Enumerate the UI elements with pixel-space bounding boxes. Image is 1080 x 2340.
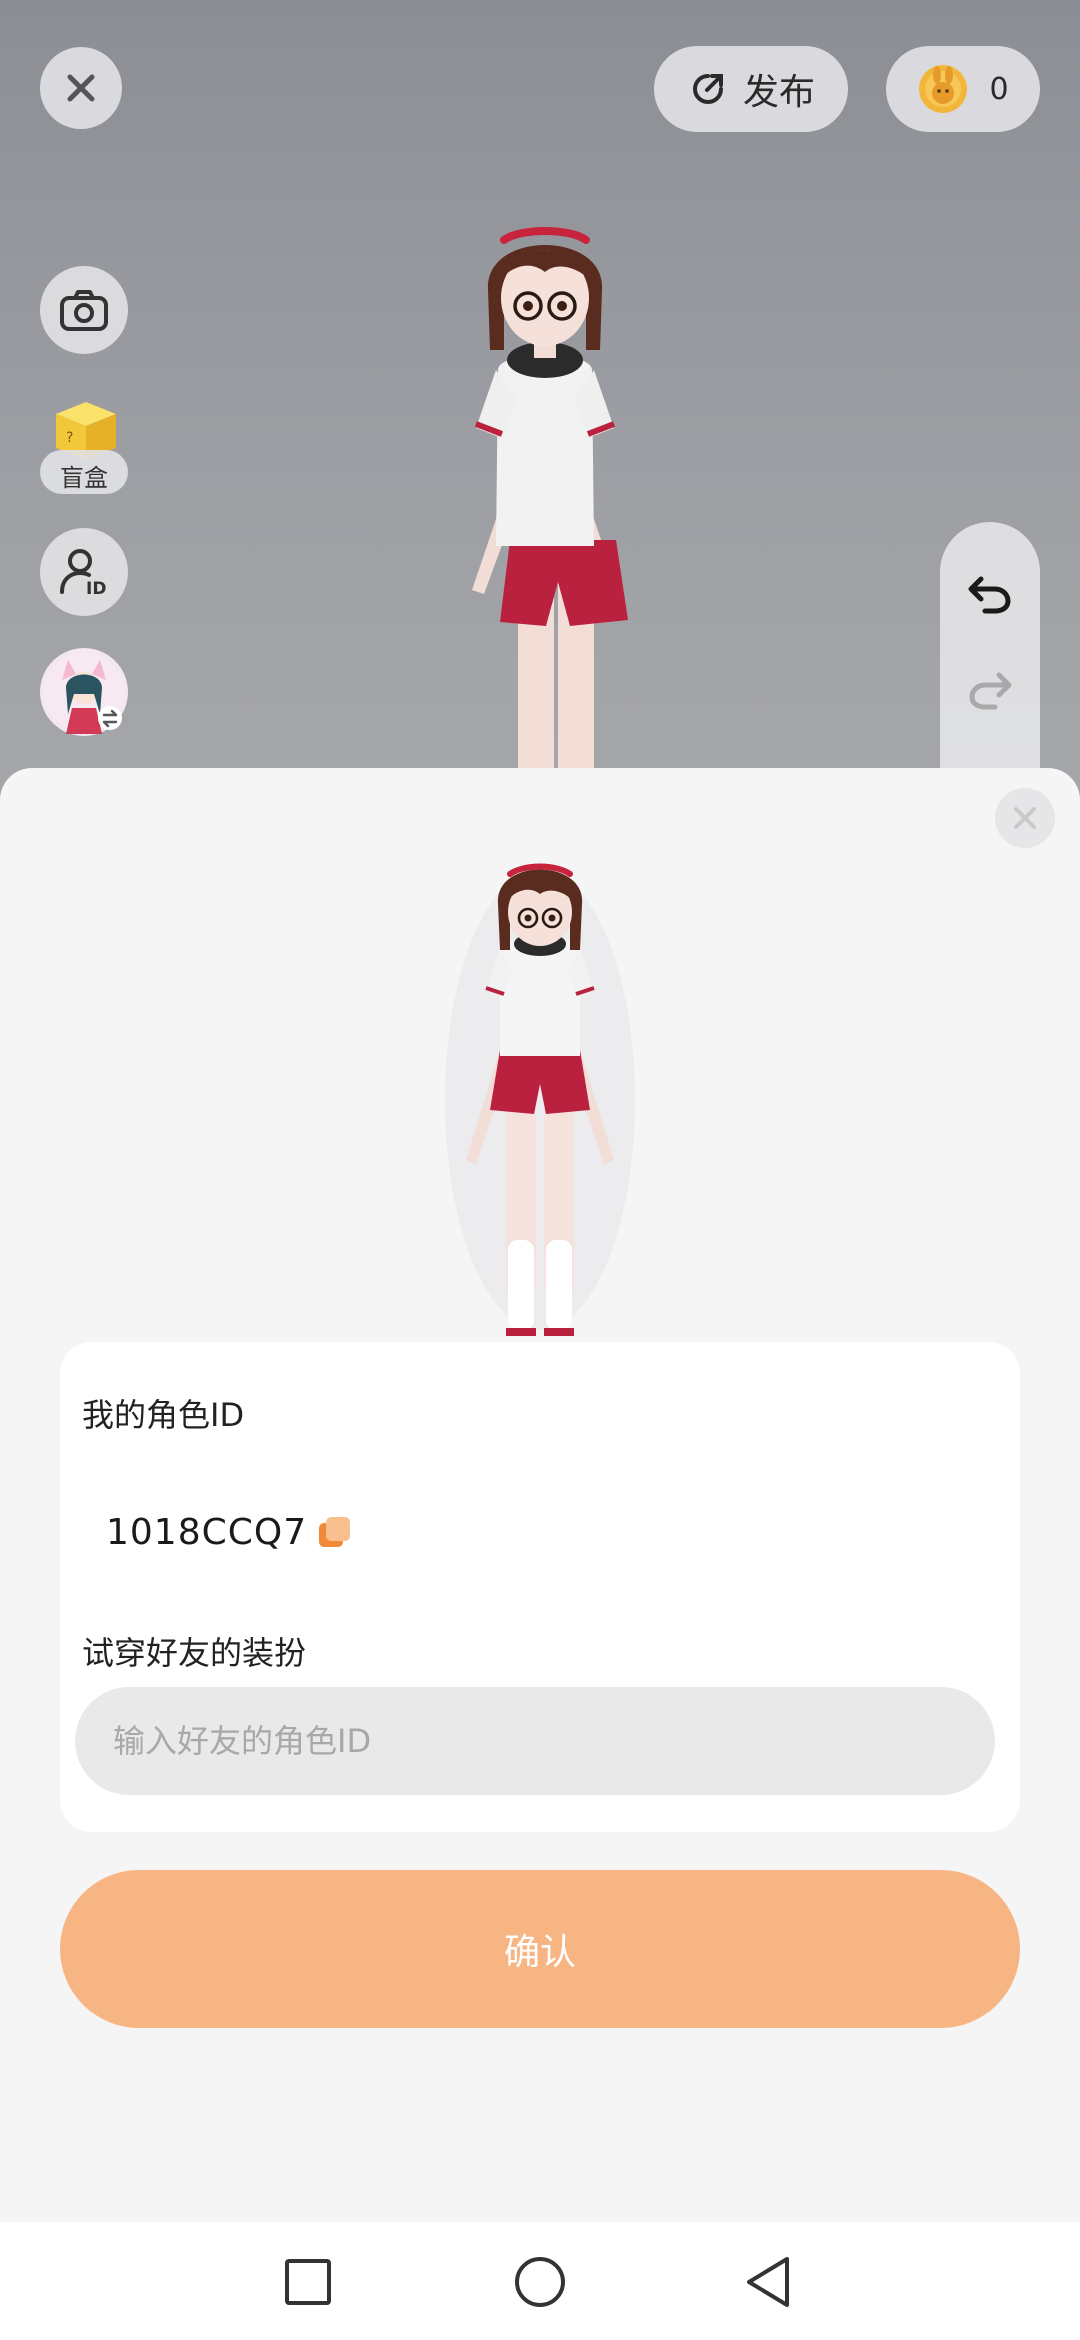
camera-button[interactable]	[40, 266, 128, 354]
character-id-button[interactable]: ID	[40, 528, 128, 616]
sheet-close-button[interactable]	[995, 788, 1055, 848]
avatar-stage[interactable]: 发布 0 ? 盲盒 ID	[0, 0, 1080, 822]
avatar-switch-icon	[44, 652, 124, 734]
my-id-row: 1018CCQ7	[106, 1512, 353, 1553]
copy-icon	[319, 1516, 351, 1547]
square-nav-icon	[285, 2259, 331, 2305]
confirm-button[interactable]: 确认	[60, 1870, 1020, 2028]
character-preview	[445, 863, 635, 1336]
my-id-value: 1018CCQ7	[106, 1512, 308, 1553]
publish-label: 发布	[742, 72, 815, 113]
my-id-label: 我的角色ID	[82, 1396, 245, 1434]
copy-id-button[interactable]	[317, 1515, 353, 1551]
camera-icon	[60, 290, 108, 331]
back-triangle-icon	[747, 2257, 789, 2307]
coin-icon	[919, 65, 968, 113]
back-button[interactable]	[738, 2252, 798, 2312]
character-id-card: 我的角色ID 1018CCQ7 试穿好友的装扮	[60, 1342, 1020, 1832]
try-on-label: 试穿好友的装扮	[82, 1634, 307, 1672]
coin-count: 0	[989, 71, 1009, 107]
publish-button[interactable]: 发布	[654, 46, 848, 132]
close-icon	[67, 74, 95, 102]
svg-text:ID: ID	[86, 579, 106, 598]
redo-icon	[969, 672, 1012, 710]
close-button[interactable]	[40, 47, 122, 129]
redo-button[interactable]	[960, 660, 1020, 720]
blind-box-label: 盲盒	[60, 463, 108, 492]
character-id-sheet: 我的角色ID 1018CCQ7 试穿好友的装扮 确认	[0, 768, 1080, 2222]
circle-nav-icon	[515, 2257, 565, 2307]
blind-box-label-pill[interactable]: 盲盒	[40, 450, 128, 494]
publish-icon	[692, 74, 723, 104]
stage-character-model[interactable]	[380, 210, 710, 810]
svg-text:?: ?	[66, 430, 73, 446]
screen: 发布 0 ? 盲盒 ID 我的角色ID 1018CCQ7 试穿好友的装扮 输入好…	[0, 0, 1080, 2340]
system-navigation-bar	[0, 2222, 1080, 2340]
avatar-switch-button[interactable]	[40, 648, 128, 736]
character-id-icon: ID	[60, 549, 106, 598]
undo-button[interactable]	[960, 564, 1020, 624]
home-button[interactable]	[510, 2252, 570, 2312]
coin-balance-button[interactable]: 0	[886, 46, 1040, 132]
recents-button[interactable]	[278, 2252, 338, 2312]
close-icon	[1014, 807, 1036, 829]
undo-icon	[968, 576, 1011, 614]
friend-id-input[interactable]	[75, 1687, 995, 1795]
